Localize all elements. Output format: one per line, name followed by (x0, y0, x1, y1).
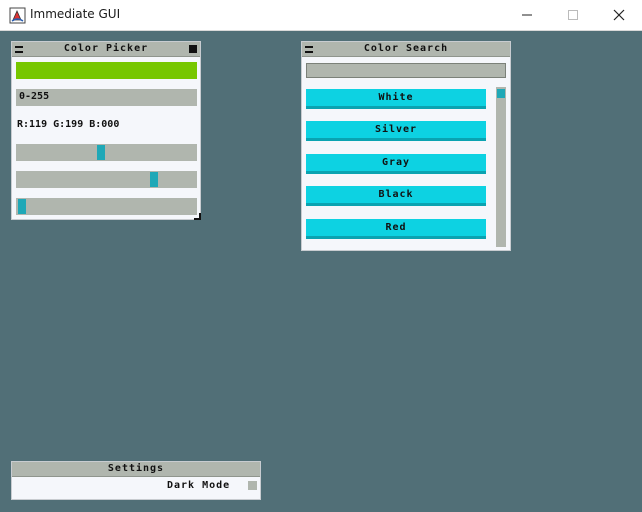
resize-handle[interactable] (194, 213, 201, 220)
color-picker-panel: Color Picker 0-255 R:119 G:199 B:000 (11, 41, 201, 220)
close-window-button[interactable] (596, 0, 642, 31)
result-button-black[interactable]: Black (306, 186, 486, 206)
color-preview-swatch (16, 62, 197, 79)
maximize-icon (568, 10, 578, 20)
color-search-titlebar[interactable]: Color Search (302, 42, 510, 57)
settings-titlebar[interactable]: Settings (12, 462, 260, 477)
window-title: Immediate GUI (30, 7, 121, 21)
window-titlebar[interactable]: Immediate GUI (0, 0, 642, 31)
color-picker-titlebar[interactable]: Color Picker (12, 42, 200, 57)
dark-mode-checkbox[interactable] (248, 481, 257, 490)
green-slider[interactable] (16, 171, 197, 188)
result-button-red[interactable]: Red (306, 219, 486, 239)
result-button-silver[interactable]: Silver (306, 121, 486, 141)
minimize-button[interactable] (504, 0, 550, 31)
color-picker-title: Color Picker (63, 43, 149, 54)
color-search-title: Color Search (363, 43, 449, 54)
java-app-icon (9, 7, 26, 24)
range-mode-field[interactable]: 0-255 (16, 89, 197, 106)
minimize-icon (522, 14, 532, 16)
red-slider-thumb[interactable] (97, 145, 105, 160)
blue-slider[interactable] (16, 198, 197, 215)
red-slider[interactable] (16, 144, 197, 161)
color-search-panel: Color Search White Silver Gray Black Red (301, 41, 511, 251)
collapse-square-icon[interactable] (189, 45, 197, 53)
results-scrollbar[interactable] (496, 87, 506, 247)
results-scrollbar-thumb[interactable] (497, 89, 505, 98)
color-search-input[interactable] (306, 63, 506, 78)
blue-slider-thumb[interactable] (18, 199, 26, 214)
dark-mode-label: Dark Mode (167, 480, 231, 491)
close-icon (613, 9, 625, 21)
maximize-button[interactable] (550, 0, 596, 31)
settings-panel: Settings Dark Mode (11, 461, 261, 500)
result-button-gray[interactable]: Gray (306, 154, 486, 174)
green-slider-thumb[interactable] (150, 172, 158, 187)
result-button-white[interactable]: White (306, 89, 486, 109)
rgb-readout: R:119 G:199 B:000 (17, 119, 120, 130)
settings-title: Settings (107, 463, 165, 474)
